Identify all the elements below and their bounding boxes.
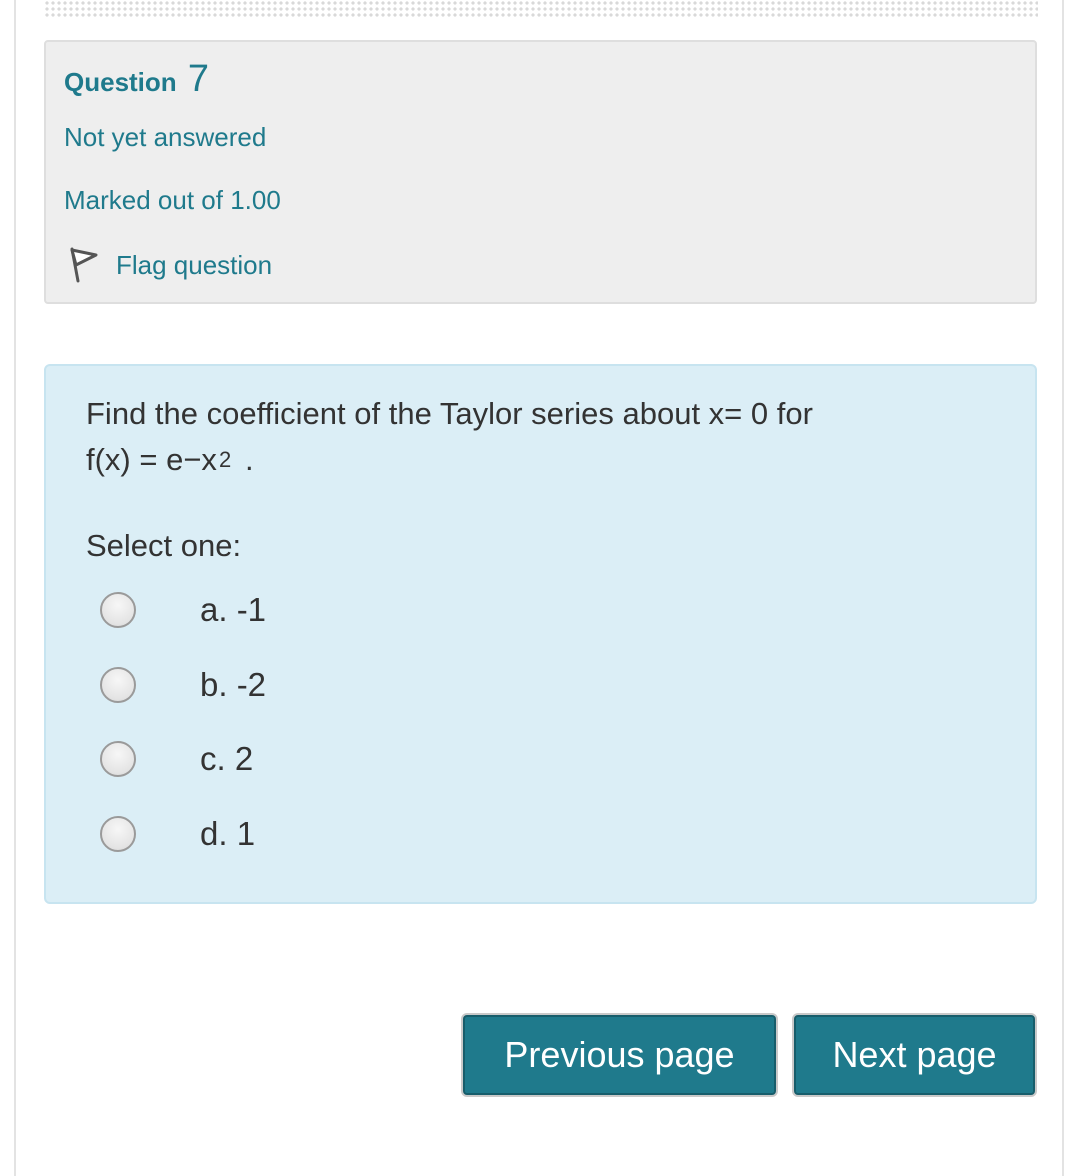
question-text-line1: Find the coefficient of the Taylor serie…: [86, 396, 813, 431]
question-info-panel: Question 7 Not yet answered Marked out o…: [44, 40, 1037, 304]
question-text-line2: f(x) = e−x 2.: [86, 438, 986, 482]
radio-button[interactable]: [100, 741, 136, 777]
previous-page-button[interactable]: Previous page: [463, 1015, 776, 1095]
flag-question-link[interactable]: Flag question: [66, 245, 272, 285]
question-content-panel: Find the coefficient of the Taylor serie…: [44, 364, 1037, 904]
formula-trailing-period: .: [244, 442, 254, 477]
answer-label-a: a. -1: [200, 591, 267, 628]
question-text: Find the coefficient of the Taylor serie…: [86, 392, 986, 482]
question-formula: f(x) = e−x: [86, 442, 217, 477]
question-state: Not yet answered: [64, 122, 267, 152]
answer-option-a[interactable]: a. -1: [100, 588, 266, 632]
next-page-button[interactable]: Next page: [794, 1015, 1035, 1095]
flag-icon: [66, 245, 102, 285]
flag-question-label: Flag question: [116, 249, 273, 280]
answer-label-d: d. 1: [200, 815, 256, 852]
radio-button[interactable]: [100, 816, 136, 852]
question-label: Question: [64, 67, 177, 97]
radio-button[interactable]: [100, 592, 136, 628]
formula-exponent: 2: [218, 447, 232, 472]
answer-option-b[interactable]: b. -2: [100, 663, 266, 707]
select-one-prompt: Select one:: [86, 528, 242, 563]
dotted-divider: [44, 0, 1038, 18]
question-title: Question 7: [64, 58, 209, 101]
answer-label-c: c. 2: [200, 740, 254, 777]
answer-label-b: b. -2: [200, 666, 267, 703]
question-number: 7: [187, 58, 210, 100]
answer-option-c[interactable]: c. 2: [100, 737, 253, 781]
question-grade: Marked out of 1.00: [64, 185, 281, 215]
answer-option-d[interactable]: d. 1: [100, 812, 255, 856]
radio-button[interactable]: [100, 667, 136, 703]
